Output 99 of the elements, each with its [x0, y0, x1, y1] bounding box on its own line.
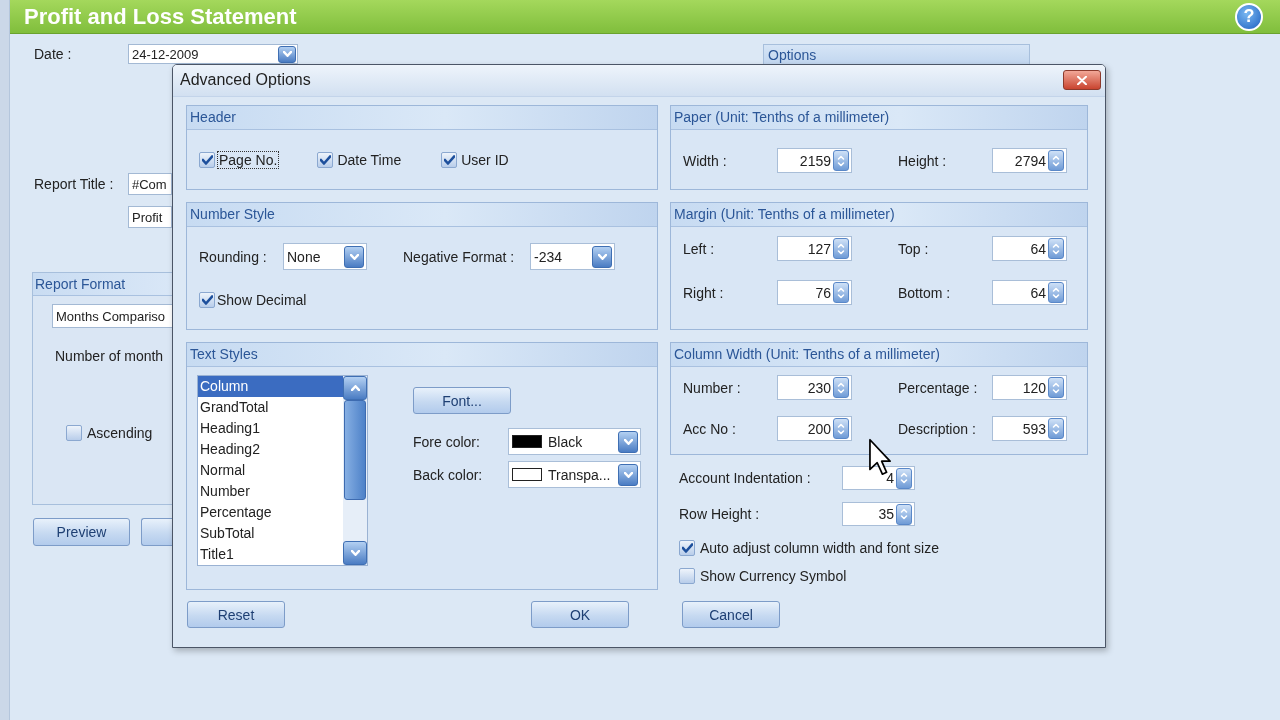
field-label: Left : — [683, 240, 715, 257]
field-label: Row Height : — [679, 506, 760, 522]
page-title: Profit and Loss Statement — [24, 3, 297, 30]
field-label: Back color: — [413, 466, 483, 483]
close-button[interactable] — [1063, 70, 1101, 90]
preview-button[interactable]: Preview — [33, 518, 130, 546]
checkbox-label[interactable]: Show Currency Symbol — [700, 568, 847, 584]
group-header: Paper (Unit: Tenths of a millimeter) — [671, 106, 1087, 130]
checkmark-icon — [201, 155, 213, 165]
spin-arrows-icon[interactable] — [1048, 377, 1064, 398]
checkmark-icon — [201, 295, 213, 305]
spin-arrows-icon[interactable] — [833, 282, 849, 303]
font-button[interactable]: Font... — [413, 387, 511, 414]
group-header: Header — [187, 106, 657, 130]
list-item[interactable]: GrandTotal — [198, 397, 343, 418]
partly-hidden-button[interactable] — [141, 518, 172, 546]
scrollbar-thumb[interactable] — [344, 400, 366, 500]
scrollbar[interactable] — [343, 376, 367, 565]
checkbox-label[interactable]: Date Time — [335, 151, 404, 169]
list-item[interactable]: Number — [198, 481, 343, 502]
field-label: Date : — [34, 46, 72, 62]
checkmark-icon — [443, 155, 455, 165]
list-item[interactable]: Heading1 — [198, 418, 343, 439]
list-item[interactable]: Heading2 — [198, 439, 343, 460]
checkbox[interactable] — [679, 540, 695, 556]
dropdown[interactable]: None — [283, 243, 367, 270]
checkbox-label[interactable]: Ascending — [87, 425, 153, 441]
field-label: Description : — [898, 420, 976, 437]
dropdown[interactable]: -234 — [530, 243, 615, 270]
checkbox[interactable] — [66, 425, 82, 441]
number-spinbox[interactable]: 230 — [777, 375, 852, 400]
number-spinbox[interactable]: 64 — [992, 280, 1067, 305]
field-label: Report Title : — [34, 176, 114, 192]
checkbox-label[interactable]: User ID — [459, 151, 511, 169]
number-spinbox[interactable]: 593 — [992, 416, 1067, 441]
number-spinbox[interactable]: 127 — [777, 236, 852, 261]
field-label: Rounding : — [199, 248, 267, 265]
spin-arrows-icon[interactable] — [833, 238, 849, 259]
number-spinbox[interactable]: 64 — [992, 236, 1067, 261]
checkbox-label[interactable]: Page No. — [217, 151, 280, 169]
close-icon — [1077, 75, 1087, 85]
checkmark-icon — [681, 543, 693, 553]
field-label: Number of month — [55, 348, 164, 364]
spin-arrows-icon[interactable] — [1048, 150, 1064, 171]
checkbox[interactable] — [679, 568, 695, 584]
number-spinbox[interactable]: 200 — [777, 416, 852, 441]
spin-arrows-icon[interactable] — [1048, 238, 1064, 259]
cancel-button[interactable]: Cancel — [682, 601, 780, 628]
group-header: Margin (Unit: Tenths of a millimeter) — [671, 203, 1087, 227]
dropdown[interactable]: Months Compariso — [52, 304, 172, 328]
field-label: Number : — [683, 379, 741, 396]
field-label: Account Indentation : — [679, 470, 811, 486]
checkbox[interactable] — [199, 292, 215, 308]
checkbox[interactable] — [199, 152, 215, 168]
list-item[interactable]: Percentage — [198, 502, 343, 523]
field-label: Acc No : — [683, 420, 736, 437]
checkbox[interactable] — [441, 152, 458, 168]
checkbox[interactable] — [317, 152, 334, 168]
group-header: Report Format — [33, 273, 172, 296]
field-label: Width : — [683, 152, 727, 169]
field-label: Fore color: — [413, 433, 480, 450]
date-field[interactable]: 24-12-2009 — [128, 44, 298, 64]
field-label: Height : — [898, 152, 947, 169]
list-item[interactable]: Column — [198, 376, 343, 397]
group-header: Text Styles — [187, 343, 657, 367]
number-spinbox[interactable]: 2794 — [992, 148, 1067, 173]
spin-arrows-icon[interactable] — [833, 418, 849, 439]
reset-button[interactable]: Reset — [187, 601, 285, 628]
field-label: Right : — [683, 284, 724, 301]
number-spinbox[interactable]: 4 — [842, 466, 915, 490]
spin-arrows-icon[interactable] — [1048, 418, 1064, 439]
ok-button[interactable]: OK — [531, 601, 629, 628]
spin-arrows-icon[interactable] — [833, 150, 849, 171]
field-label: Negative Format : — [403, 248, 515, 265]
group-header: Options — [763, 44, 1030, 64]
checkbox-label[interactable]: Auto adjust column width and font size — [700, 540, 939, 556]
list-item[interactable]: SubTotal — [198, 523, 343, 544]
field-label: Percentage : — [898, 379, 978, 396]
group-header: Column Width (Unit: Tenths of a millimeter) — [671, 343, 1087, 367]
text-field[interactable]: #Com — [128, 173, 172, 195]
spin-arrows-icon[interactable] — [896, 467, 912, 489]
dropdown[interactable]: Black — [508, 428, 641, 455]
spin-arrows-icon[interactable] — [833, 377, 849, 398]
list-item[interactable]: Normal — [198, 460, 343, 481]
dialog-title: Advanced Options — [180, 71, 311, 89]
field-label: Bottom : — [898, 284, 951, 301]
number-spinbox[interactable]: 120 — [992, 375, 1067, 400]
dropdown[interactable]: Transpa... — [508, 461, 641, 488]
checkmark-icon — [319, 155, 331, 165]
number-spinbox[interactable]: 2159 — [777, 148, 852, 173]
checkbox-label[interactable]: Show Decimal — [217, 292, 307, 308]
spin-arrows-icon[interactable] — [1048, 282, 1064, 303]
field-label: Top : — [898, 240, 929, 257]
group-header: Number Style — [187, 203, 657, 227]
list-item[interactable]: Title1 — [198, 544, 343, 565]
spin-arrows-icon[interactable] — [896, 503, 912, 525]
number-spinbox[interactable]: 35 — [842, 502, 915, 526]
number-spinbox[interactable]: 76 — [777, 280, 852, 305]
text-field[interactable]: Profit — [128, 206, 172, 228]
